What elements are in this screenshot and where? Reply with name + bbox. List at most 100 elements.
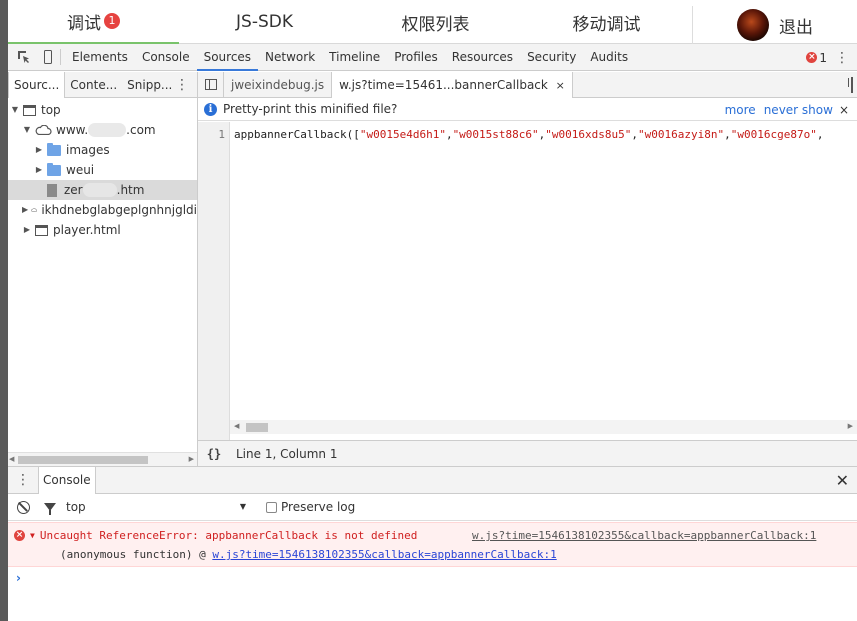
tree-item-player[interactable]: ▶ player.html — [8, 220, 197, 240]
tree-item-label: zer — [64, 183, 83, 197]
navigator-hscrollbar[interactable]: ◀ ▶ — [8, 452, 197, 466]
tree-item-top[interactable]: ▼ top — [8, 100, 197, 120]
tab-console-drawer[interactable]: Console — [38, 466, 96, 494]
close-tab-icon[interactable]: × — [556, 79, 565, 92]
code-string: "w0016xds8u5" — [545, 128, 632, 141]
devtools-tab-bar: Elements Console Sources Network Timelin… — [8, 44, 857, 71]
tab-jweixindebug[interactable]: jweixindebug.js — [224, 71, 333, 98]
scroll-right-icon[interactable]: ▶ — [189, 455, 194, 463]
expand-right-icon[interactable]: ▶ — [22, 200, 28, 220]
tab-profiles[interactable]: Profiles — [387, 44, 445, 71]
code-prefix: appbannerCallback([ — [234, 128, 360, 141]
line-number: 1 — [218, 128, 225, 141]
console-prompt[interactable]: › — [16, 571, 21, 585]
more-vert-icon: ⋮ — [835, 49, 849, 66]
tab-wjs[interactable]: w.js?time=15461...bannerCallback × — [332, 71, 573, 98]
expand-right-icon[interactable]: ▶ — [34, 140, 44, 160]
tab-permissions-label: 权限列表 — [401, 14, 470, 35]
navigator-more-icon[interactable]: ⋮ — [175, 78, 189, 92]
cloud-icon — [31, 208, 38, 212]
tab-security[interactable]: Security — [520, 44, 583, 71]
tab-mobile-debug[interactable]: 移动调试 — [521, 0, 692, 44]
toggle-debugger-button[interactable] — [851, 77, 853, 93]
cloud-icon — [35, 125, 52, 135]
editor-status-bar: {} Line 1, Column 1 — [198, 440, 857, 466]
never-show-link[interactable]: never show — [764, 103, 833, 117]
folder-icon — [47, 162, 61, 176]
expand-down-icon[interactable]: ▼ — [22, 120, 32, 140]
tree-item-extension[interactable]: ▶ ikhdnebglabgeplgnhnjgldi — [8, 200, 197, 220]
expand-right-icon[interactable]: ▶ — [22, 220, 32, 240]
code-area[interactable]: 1 appbannerCallback(["w0015e4d6h1","w001… — [198, 122, 857, 440]
scroll-left-icon[interactable]: ◀ — [234, 422, 239, 430]
inspect-element-icon[interactable] — [8, 44, 40, 71]
tab-debug[interactable]: 调试 1 — [8, 0, 179, 44]
tab-content-scripts[interactable]: Conte... — [65, 72, 122, 98]
tab-snippets[interactable]: Snipp... — [122, 72, 177, 98]
error-text: Uncaught ReferenceError: appbannerCallba… — [39, 529, 418, 542]
tab-console[interactable]: Console — [135, 44, 197, 71]
expand-down-icon[interactable]: ▼ — [10, 100, 20, 120]
redacted-region — [82, 183, 117, 197]
close-infobar-icon[interactable]: × — [839, 103, 849, 117]
tab-sources[interactable]: Sources — [196, 44, 259, 71]
code-line[interactable]: appbannerCallback(["w0015e4d6h1","w0015s… — [234, 128, 854, 141]
error-icon: × — [14, 530, 25, 541]
scroll-thumb[interactable] — [18, 456, 148, 464]
devtools-app: 调试 1 JS-SDK 权限列表 移动调试 退出 Elements Consol… — [8, 0, 857, 621]
context-selector[interactable]: top ▼ — [66, 500, 246, 514]
filter-icon[interactable] — [44, 503, 56, 515]
tab-audits[interactable]: Audits — [583, 44, 635, 71]
tab-resources[interactable]: Resources — [445, 44, 520, 71]
pretty-print-infobar: i Pretty-print this minified file? more … — [198, 98, 857, 121]
tab-mobile-debug-label: 移动调试 — [572, 14, 641, 35]
toggle-navigator-button[interactable] — [198, 71, 224, 98]
devtools-menu-button[interactable]: ⋮ — [835, 44, 849, 71]
pretty-print-button[interactable]: {} — [198, 447, 230, 461]
tab-elements[interactable]: Elements — [65, 44, 135, 71]
device-mode-icon[interactable] — [40, 44, 56, 71]
stack-function: (anonymous function) — [60, 548, 193, 561]
window-edge — [0, 0, 8, 621]
editor-hscrollbar[interactable]: ◀ ▶ — [230, 420, 857, 434]
notification-badge: 1 — [104, 13, 120, 29]
line-gutter: 1 — [198, 122, 230, 440]
tree-item-domain[interactable]: ▼ www. .com — [8, 120, 197, 140]
stack-frame: (anonymous function) @ w.js?time=1546138… — [60, 548, 557, 561]
tree-item-label: ikhdnebglabgeplgnhnjgldi — [41, 203, 197, 217]
console-error-message: × ▼ Uncaught ReferenceError: appbannerCa… — [8, 522, 857, 567]
exit-label: 退出 — [779, 17, 813, 38]
drawer-menu-icon[interactable]: ⋮ — [8, 473, 38, 487]
tree-item-label: top — [41, 103, 61, 117]
console-toolbar: top ▼ Preserve log — [8, 494, 857, 521]
preserve-log-checkbox[interactable] — [266, 501, 277, 513]
frame-icon — [23, 104, 36, 116]
expand-down-icon[interactable]: ▼ — [30, 531, 35, 540]
stack-source-link[interactable]: w.js?time=1546138102355&callback=appbann… — [212, 548, 556, 561]
code-string: "w0015st88c6" — [452, 128, 539, 141]
tab-permissions[interactable]: 权限列表 — [350, 0, 521, 44]
drawer-header: ⋮ Console ✕ — [8, 466, 857, 494]
exit-button[interactable]: 退出 — [692, 6, 857, 44]
tree-item-images[interactable]: ▶ images — [8, 140, 197, 160]
tab-sources-nav[interactable]: Sourc... — [8, 71, 66, 98]
error-counter[interactable]: × 1 — [806, 44, 827, 71]
clear-console-icon[interactable] — [17, 500, 30, 514]
editor-tab-label: jweixindebug.js — [231, 77, 325, 92]
tree-item-label-suffix: .com — [126, 123, 156, 137]
infobar-actions: more never show × — [717, 98, 849, 121]
scroll-right-icon[interactable]: ▶ — [848, 422, 853, 430]
context-value: top — [66, 500, 86, 514]
scroll-left-icon[interactable]: ◀ — [9, 455, 14, 463]
more-link[interactable]: more — [725, 103, 756, 117]
tree-item-file-selected[interactable]: zer .htm — [8, 180, 197, 200]
scroll-thumb[interactable] — [246, 423, 268, 432]
tree-item-weui[interactable]: ▶ weui — [8, 160, 197, 180]
expand-right-icon[interactable]: ▶ — [34, 160, 44, 180]
close-drawer-icon[interactable]: ✕ — [836, 471, 849, 490]
tab-network[interactable]: Network — [258, 44, 322, 71]
tree-item-label: images — [66, 143, 110, 157]
error-source-link[interactable]: w.js?time=1546138102355&callback=appbann… — [472, 529, 816, 542]
tab-js-sdk[interactable]: JS-SDK — [179, 0, 350, 44]
tab-timeline[interactable]: Timeline — [322, 44, 387, 71]
